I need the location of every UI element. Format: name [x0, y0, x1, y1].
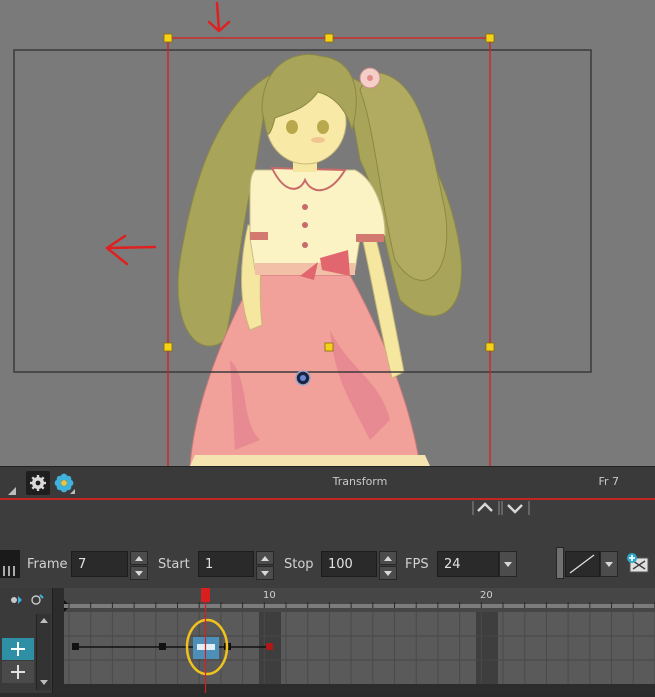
- arrow-down-icon: [207, 1, 231, 33]
- playhead[interactable]: [200, 588, 212, 693]
- panel-grip: [0, 550, 20, 578]
- ruler-label-20: 20: [480, 590, 493, 601]
- add-drawing-button[interactable]: [2, 661, 34, 683]
- exposure-cells[interactable]: [64, 612, 655, 684]
- frame-ruler[interactable]: 10 20: [64, 588, 655, 612]
- collapse-controls: [472, 500, 530, 515]
- stop-stepper[interactable]: [379, 551, 397, 580]
- playback-controls: Frame 7 Start 1 Stop 100 FPS 24: [0, 516, 655, 588]
- frame-field[interactable]: 7: [71, 551, 128, 577]
- gear-button[interactable]: [26, 471, 50, 495]
- handle-mid-right: [485, 342, 495, 352]
- frame-indicator: Fr 7: [598, 475, 619, 488]
- camera-viewport[interactable]: [0, 0, 655, 466]
- frame-label: Frame: [27, 557, 68, 572]
- start-field[interactable]: 1: [198, 551, 254, 577]
- chevron-up-icon[interactable]: [477, 502, 493, 512]
- frame-column-20: [476, 612, 498, 684]
- corner-triangle-icon: [8, 487, 16, 495]
- fps-field[interactable]: 24: [437, 551, 499, 577]
- handle-top-right: [485, 33, 495, 43]
- start-stepper[interactable]: [256, 551, 274, 580]
- add-layer-button[interactable]: [2, 638, 34, 660]
- frame-stepper[interactable]: [130, 551, 148, 580]
- arrow-left-icon: [105, 234, 157, 266]
- view-toolbar: Transform Fr 7: [0, 466, 655, 499]
- timeline-panel: 10 20: [0, 588, 655, 693]
- handle-center: [324, 342, 334, 352]
- keyframe-end: [266, 643, 273, 650]
- ruler-label-10: 10: [263, 590, 276, 601]
- fps-dropdown[interactable]: [499, 551, 517, 577]
- stop-label: Stop: [284, 557, 314, 572]
- view-name: Transform: [332, 475, 388, 488]
- corner-triangle-icon: [70, 489, 75, 494]
- character-drawing: [177, 53, 462, 466]
- ease-type-field[interactable]: [565, 551, 600, 577]
- plus-icon: [11, 642, 25, 656]
- handle-top-left: [163, 33, 173, 43]
- line-icon: [569, 554, 595, 574]
- fps-label: FPS: [405, 557, 429, 572]
- layer-column: [0, 588, 53, 693]
- layer-tools[interactable]: [6, 592, 46, 608]
- slider-handle[interactable]: [556, 547, 564, 579]
- chevron-down-icon[interactable]: [507, 504, 523, 514]
- plus-icon: [11, 665, 25, 679]
- handle-mid-left: [163, 342, 173, 352]
- keyframe-1: [72, 643, 79, 650]
- pivot-point[interactable]: [295, 370, 311, 386]
- add-key-button[interactable]: [625, 552, 651, 576]
- handle-top-center: [324, 33, 334, 43]
- panel-splitter[interactable]: [0, 500, 655, 516]
- start-label: Start: [158, 557, 190, 572]
- gear-icon: [30, 475, 46, 491]
- ease-type-dropdown[interactable]: [600, 551, 618, 577]
- keyframe-5: [159, 643, 166, 650]
- layer-scrollbar[interactable]: [36, 614, 51, 690]
- scene-canvas: [13, 1, 592, 466]
- flower-button[interactable]: [52, 471, 76, 495]
- stop-field[interactable]: 100: [321, 551, 377, 577]
- add-key-icon: [627, 553, 649, 573]
